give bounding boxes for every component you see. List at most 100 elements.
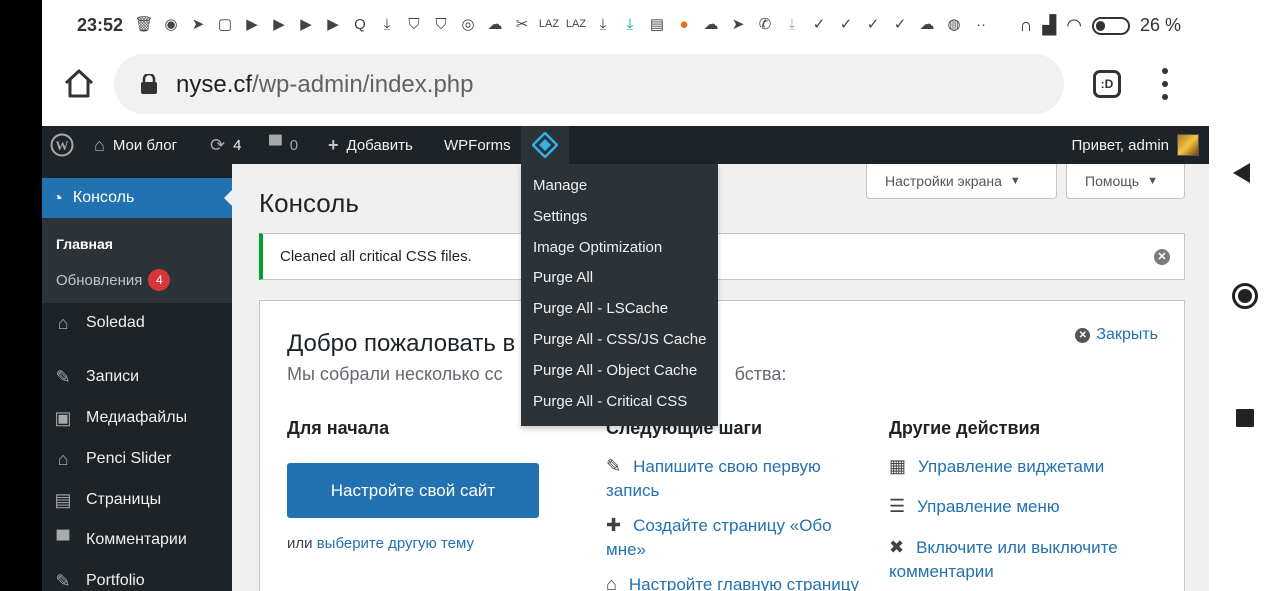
success-notice: Cleaned all critical CSS files. ✕ [259,233,1185,280]
account-menu[interactable]: Привет, admin [1071,126,1199,164]
comments-link[interactable]: ▀ 0 [269,126,298,164]
pages-icon: ▤ [54,490,72,510]
menu-item-purge-cssjs[interactable]: Purge All - CSS/JS Cache [521,325,718,356]
menu-icon: ☰ [889,496,906,516]
sidebar-item-label: Страницы [86,491,162,508]
gallery-icon: ▤ [649,16,665,33]
sidebar-item-label: Комментарии [86,531,187,548]
refresh-icon: ⟳ [210,134,226,155]
check-icon: ✓ [893,16,907,33]
dismiss-icon[interactable]: ✕ [1154,249,1170,265]
comment-icon: ▀ [56,530,70,550]
soledad-icon: ⌂ [57,313,69,333]
menu-item-purge-object-cache[interactable]: Purge All - Object Cache [521,356,718,387]
menu-item-purge-critical-css[interactable]: Purge All - Critical CSS [521,387,718,418]
url-bar[interactable]: nyse.cf/wp-admin/index.php [114,54,1064,114]
wifi-icon: ◠ [1066,15,1082,35]
more-icon: ·· [976,15,986,33]
screen-options-button[interactable]: Настройки экрана ▼ [866,164,1057,199]
menu-item-purge-all[interactable]: Purge All [521,263,718,294]
help-button[interactable]: Помощь ▼ [1066,164,1185,199]
home-icon: ⌂ [606,574,617,591]
sidebar-item-media[interactable]: ▣ Медиафайлы [42,400,232,436]
updates-link[interactable]: ⟳ 4 [210,126,241,164]
action-label: Управление меню [917,497,1060,516]
tab-switcher-button[interactable]: :D [1093,70,1121,98]
litespeed-menu-button[interactable] [521,126,569,164]
alt-theme-line: или выберите другую тему [287,535,474,552]
scissors-icon: ✂ [515,16,529,33]
menu-item-image-optimization[interactable]: Image Optimization [521,233,718,264]
cloud-icon: ☁ [919,16,935,33]
url-host: nyse.cf [176,71,253,98]
home-icon: ⌂ [94,134,105,155]
home-icon[interactable] [1232,283,1258,309]
home-icon[interactable] [62,66,96,100]
action-label: Включите или выключите комментарии [889,538,1118,581]
submenu-home[interactable]: Главная [56,236,113,252]
action-manage-menus[interactable]: ☰ Управление меню [889,494,1149,519]
calendar-icon: ▢ [217,16,233,33]
step-setup-home-page[interactable]: ⌂ Настройте главную страницу [606,572,876,591]
updates-count: 4 [233,136,242,154]
headphones-icon: ∩ [1019,15,1033,35]
sidebar-item-comments[interactable]: ▀ Комментарии [42,522,232,558]
sidebar-item-pages[interactable]: ▤ Страницы [42,482,232,518]
menu-item-settings[interactable]: Settings [521,202,718,233]
submenu-updates[interactable]: Обновления 4 [56,269,171,291]
sidebar-item-posts[interactable]: ✎ Записи [42,359,232,395]
url-text: nyse.cf/wp-admin/index.php [176,71,474,99]
wp-admin-bar: W ⌂ Мои блог ⟳ 4 ▀ 0 + Добавить WPForms [42,126,1209,164]
telegram-icon: ➤ [191,16,205,33]
step-write-post[interactable]: ✎ Напишите свою первую запись [606,454,846,503]
action-toggle-comments[interactable]: ✖ Включите или выключите комментарии [889,535,1149,584]
notice-text: Cleaned all critical CSS files. [280,248,472,265]
download-icon: ⤓ [599,15,607,33]
main-content: Настройки экрана ▼ Помощь ▼ Консоль Clea… [232,164,1209,591]
chrome-icon: ◍ [947,16,961,33]
choose-theme-link[interactable]: выберите другую тему [317,535,474,552]
wpforms-link[interactable]: WPForms [444,126,511,164]
close-icon: ✕ [1075,327,1091,343]
step-create-about-page[interactable]: ✚ Создайте страницу «Обо мне» [606,513,846,562]
back-icon[interactable] [1233,163,1250,183]
step-label: Создайте страницу «Обо мне» [606,516,832,559]
more-menu-icon[interactable] [1160,68,1170,100]
comment-icon: ▀ [269,134,282,155]
sidebar-item-dashboard[interactable]: ◔ Консоль [42,178,232,218]
recent-apps-icon[interactable] [1236,409,1254,427]
sidebar-item-penci-slider[interactable]: ⌂ Penci Slider [42,441,232,477]
cloud-icon: ☁ [487,16,503,33]
welcome-close-link[interactable]: ✕ Закрыть [1075,326,1158,344]
battery-icon [1091,16,1130,35]
customize-site-button[interactable]: Настройте свой сайт [287,463,539,518]
action-manage-widgets[interactable]: ▦ Управление виджетами [889,454,1149,479]
step-label: Напишите свою первую запись [606,457,821,500]
shield-icon: ⛉ [435,15,447,33]
pin-icon: ✎ [55,367,71,387]
action-label: Управление виджетами [918,457,1105,476]
phone-screen: 23:52 🗑 ◉ ➤ ▢ ▶ ▶ ▶ ▶ Q ⤓ ⛉ ⛉ ◎ ☁ ✂ LAZ … [42,0,1209,591]
download-icon: ⤓ [383,15,391,33]
sidebar-item-portfolio[interactable]: ✎ Portfolio [42,563,232,591]
menu-item-purge-lscache[interactable]: Purge All - LSCache [521,294,718,325]
sidebar-item-label: Записи [86,368,140,385]
sidebar-item-label: Медиафайлы [86,409,188,426]
add-new-link[interactable]: + Добавить [328,126,413,164]
column-heading: Для начала [287,418,390,438]
add-new-label: Добавить [346,136,413,154]
dashboard-submenu: Главная Обновления 4 [42,218,232,303]
menu-item-manage[interactable]: Manage [521,171,718,202]
comments-off-icon: ✖ [889,537,905,557]
download-icon: ⤓ [626,15,634,33]
sidebar-item-label: Консоль [72,189,135,206]
wordpress-logo-icon[interactable]: W [50,126,74,164]
sidebar-item-soledad[interactable]: ⌂ Soledad [42,305,232,341]
notification-icons: 🗑 ◉ ➤ ▢ ▶ ▶ ▶ ▶ Q ⤓ ⛉ ⛉ ◎ ☁ ✂ LAZ LAZ ⤓ … [134,14,991,34]
system-status: ∩ ▟ ◠ 26 % [1019,15,1181,36]
comments-count: 0 [289,136,299,154]
welcome-panel: Добро пожаловать в Мы собрали несколько … [259,300,1185,591]
site-name-link[interactable]: ⌂ Мои блог [94,126,177,164]
litespeed-dropdown: Manage Settings Image Optimization Purge… [521,164,718,426]
check-icon: ✓ [839,16,853,33]
